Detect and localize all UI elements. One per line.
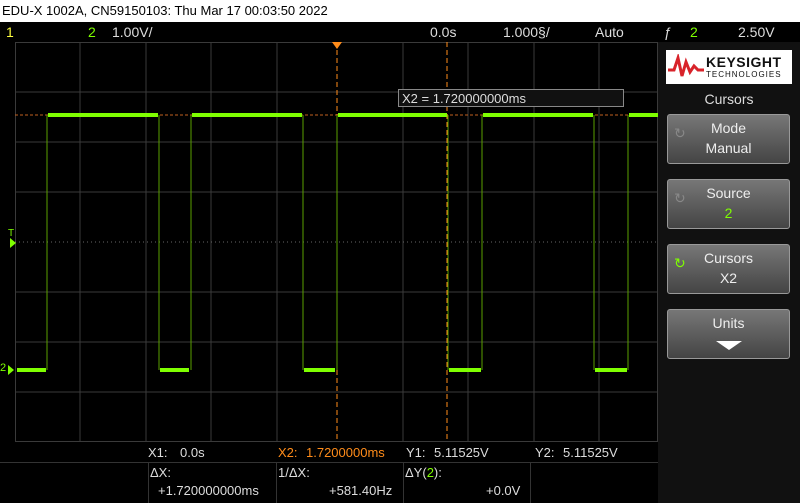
trigger-arrow-icon xyxy=(10,238,16,248)
softkey-value: 2 xyxy=(724,205,733,221)
delta-y-label: ΔY(2): xyxy=(405,465,442,480)
trigger-mode: Auto xyxy=(595,24,624,40)
delta-x-value: +1.720000000ms xyxy=(158,483,259,498)
x1-label: X1: xyxy=(148,445,168,460)
readout-divider xyxy=(148,462,149,503)
readout-divider xyxy=(276,462,277,503)
softkey-label: Units xyxy=(712,315,745,331)
window-title: EDU-X 1002A, CN59150103: Thu Mar 17 00:0… xyxy=(2,3,328,18)
x2-value: 1.7200000ms xyxy=(306,445,385,460)
units-softkey[interactable]: Units xyxy=(667,309,790,359)
softkey-label: Mode xyxy=(710,120,747,136)
cursor-readouts: X1: 0.0s X2: 1.7200000ms Y1: 5.11525V Y2… xyxy=(0,442,658,503)
x2-label: X2: xyxy=(278,445,298,460)
inverse-delta-x-value: +581.40Hz xyxy=(329,483,393,498)
x1-value: 0.0s xyxy=(180,445,205,460)
keysight-logo: KEYSIGHT TECHNOLOGIES xyxy=(666,50,792,84)
softkey-value: X2 xyxy=(719,270,738,286)
channel-2-ground-marker[interactable]: 2 xyxy=(0,362,6,374)
cursor-x2-label: X2 = 1.720000000ms xyxy=(398,89,624,107)
ground-arrow-icon xyxy=(8,365,14,375)
status-bar: 1 2 1.00V/ 0.0s 1.000§/ Auto ƒ 2 2.50V xyxy=(0,22,800,42)
softkey-value: Manual xyxy=(705,140,752,156)
brand-name: KEYSIGHT xyxy=(706,54,782,70)
time-position: 0.0s xyxy=(430,24,457,40)
softkey-label: Cursors xyxy=(703,250,753,266)
mode-softkey[interactable]: ↻ Mode Manual xyxy=(667,114,790,164)
submenu-arrow-icon xyxy=(715,341,742,350)
readout-divider xyxy=(530,462,531,503)
keysight-wave-icon xyxy=(668,54,704,77)
readout-divider xyxy=(403,462,404,503)
y2-label: Y2: xyxy=(535,445,555,460)
y1-label: Y1: xyxy=(406,445,426,460)
trigger-level: 2.50V xyxy=(738,24,775,40)
time-scale: 1.000§/ xyxy=(503,24,550,40)
channel-1-indicator[interactable]: 1 xyxy=(6,22,14,42)
softkey-panel: KEYSIGHT TECHNOLOGIES Cursors ↻ Mode Man… xyxy=(658,42,800,503)
inverse-delta-x-label: 1/ΔX: xyxy=(278,465,310,480)
delta-x-label: ΔX: xyxy=(150,465,171,480)
window-title-bar: EDU-X 1002A, CN59150103: Thu Mar 17 00:0… xyxy=(0,0,800,22)
y2-value: 5.11525V xyxy=(563,445,618,460)
softkey-label: Source xyxy=(706,185,751,201)
source-softkey[interactable]: ↻ Source 2 xyxy=(667,179,790,229)
trigger-channel: 2 xyxy=(690,24,698,40)
channel-2-indicator[interactable]: 2 xyxy=(88,22,96,42)
brand-subtitle: TECHNOLOGIES xyxy=(706,70,782,79)
channel-2-scale: 1.00V/ xyxy=(112,24,153,40)
trigger-position-marker xyxy=(332,42,342,49)
delta-y-value: +0.0V xyxy=(486,483,521,498)
y1-value: 5.11525V xyxy=(434,445,489,460)
menu-title: Cursors xyxy=(704,91,754,107)
cursors-softkey[interactable]: ↻ Cursors X2 xyxy=(667,244,790,294)
trigger-slope-icon: ƒ xyxy=(664,24,672,40)
readout-row-1: X1: 0.0s X2: 1.7200000ms Y1: 5.11525V Y2… xyxy=(0,442,658,463)
